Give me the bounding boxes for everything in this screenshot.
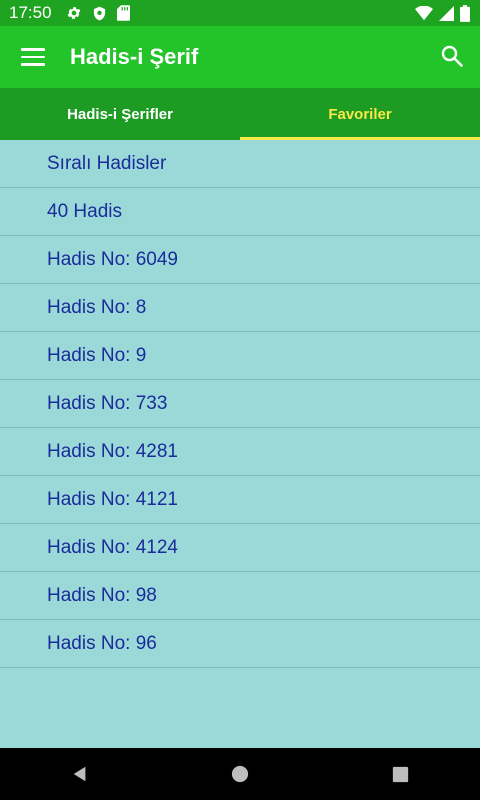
status-icons-right [415, 0, 470, 26]
list-item[interactable]: Hadis No: 96 [0, 620, 480, 668]
list-item[interactable]: Hadis No: 98 [0, 572, 480, 620]
tab-bar: Hadis-i Şerifler Favoriler [0, 88, 480, 140]
tab-favoriler[interactable]: Favoriler [240, 88, 480, 140]
tab-label: Favoriler [328, 105, 392, 123]
home-button[interactable] [220, 754, 260, 794]
search-icon[interactable] [440, 44, 464, 68]
list-item[interactable]: Sıralı Hadisler [0, 140, 480, 188]
list-item[interactable]: Hadis No: 6049 [0, 236, 480, 284]
status-bar: 17:50 [0, 0, 480, 26]
list-item[interactable]: Hadis No: 4121 [0, 476, 480, 524]
list-item[interactable]: Hadis No: 733 [0, 380, 480, 428]
recents-button[interactable] [380, 754, 420, 794]
back-button[interactable] [60, 754, 100, 794]
wifi-icon [415, 5, 433, 20]
list-item[interactable]: 40 Hadis [0, 188, 480, 236]
favorites-list: Sıralı Hadisler 40 Hadis Hadis No: 6049 … [0, 140, 480, 668]
tab-label: Hadis-i Şerifler [67, 105, 173, 123]
status-icons-left [66, 5, 130, 22]
home-icon [231, 765, 249, 783]
battery-icon [460, 4, 470, 22]
list-item[interactable]: Hadis No: 9 [0, 332, 480, 380]
app-title: Hadis-i Şerif [70, 44, 199, 69]
recents-icon [392, 766, 408, 782]
back-icon [73, 766, 86, 782]
navigation-bar [0, 748, 480, 800]
sd-card-icon [116, 5, 130, 21]
app-bar: Hadis-i Şerif [0, 26, 480, 88]
menu-button[interactable] [21, 48, 45, 66]
list-item[interactable]: Hadis No: 8 [0, 284, 480, 332]
hamburger-menu-icon-bar [21, 63, 45, 66]
list-item[interactable]: Hadis No: 4124 [0, 524, 480, 572]
signal-icon [439, 5, 454, 21]
tab-hadis-i-serifler[interactable]: Hadis-i Şerifler [0, 88, 240, 140]
shield-icon [93, 6, 105, 20]
settings-gear-icon [67, 7, 80, 19]
hamburger-menu-icon [21, 48, 45, 51]
hamburger-menu-icon-bar [21, 55, 45, 59]
status-time: 17:50 [9, 3, 52, 22]
list-item[interactable]: Hadis No: 4281 [0, 428, 480, 476]
